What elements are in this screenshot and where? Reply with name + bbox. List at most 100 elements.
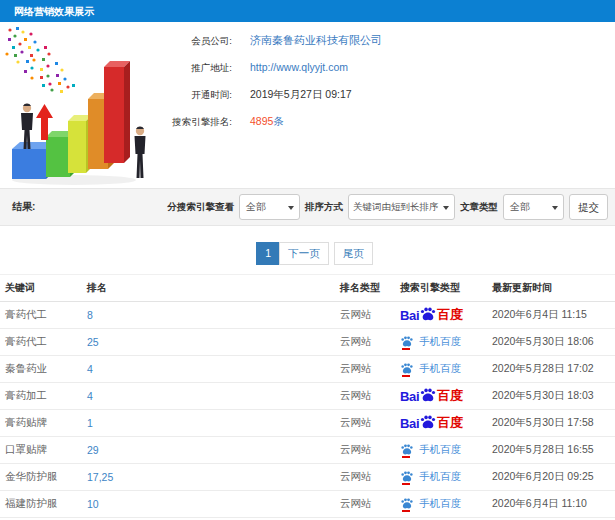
time-cell: 2020年6月20日 09:25 [487,464,615,491]
keyword-cell: 金华防护服 [0,464,82,491]
table-row: 福建防护服 10 云网站 手机百度 2020年6月4日 11:10 [0,491,615,518]
chevron-down-icon [443,206,449,210]
time-cell: 2020年5月30日 18:03 [487,383,615,410]
rank-cell[interactable]: 4 [82,356,335,383]
baidu-paw-icon [400,362,414,375]
baidu-red-underline [402,348,410,350]
baidu-mobile-logo: 手机百度 [400,335,487,350]
keyword-ranking-table: 关键词 排名 排名类型 搜索引擎类型 最新更新时间 膏药代工 8 云网站 Bai… [0,274,615,520]
engine-cell: Bai百度 [395,410,487,437]
engine-filter-label: 分搜索引擎查看 [168,201,235,214]
filter-controls: 分搜索引擎查看 全部 排序方式 关键词由短到长排序 文章类型 全部 提交 [168,194,609,220]
rank-type-cell: 云网站 [335,437,395,464]
last-page-button[interactable]: 尾页 [334,242,373,265]
info-row-open-time: 开通时间: 2019年5月27日 09:17 [150,81,382,108]
baidu-paw-icon [400,443,414,456]
baidu-pc-logo: Bai百度 [400,387,487,405]
keyword-cell: 膏药加工 [0,383,82,410]
chevron-down-icon [288,206,294,210]
baidu-pc-logo: Bai百度 [400,414,487,432]
info-row-rank-count: 搜索引擎排名: 4895条 [150,108,382,135]
rank-cell[interactable]: 4 [82,383,335,410]
page-title: 网络营销效果展示 [0,0,615,22]
rank-type-cell: 云网站 [335,491,395,518]
baidu-red-underline [402,456,410,458]
baidu-mobile-logo: 手机百度 [400,470,487,485]
baidu-pc-logo: Bai百度 [400,306,487,324]
time-cell: 2020年5月30日 17:58 [487,410,615,437]
rank-type-cell: 云网站 [335,410,395,437]
confetti [5,27,75,93]
member-company-label: 会员公司: [150,27,232,54]
table-row: 膏药代工 25 云网站 手机百度 2020年5月30日 18:06 [0,329,615,356]
keyword-cell: 膏药代工 [0,302,82,329]
sort-select[interactable]: 关键词由短到长排序 [348,194,455,220]
engine-filter-select[interactable]: 全部 [239,194,300,220]
rank-count-unit: 条 [273,115,284,127]
rank-cell[interactable]: 29 [82,437,335,464]
table-header-row: 关键词 排名 排名类型 搜索引擎类型 最新更新时间 [0,275,615,302]
open-time-value: 2019年5月27日 09:17 [250,81,352,108]
engine-cell: 手机百度 [395,356,487,383]
time-cell: 2020年6月4日 11:15 [487,302,615,329]
time-cell: 2020年6月4日 11:10 [487,491,615,518]
engine-cell: 手机百度 [395,329,487,356]
businessman-right [135,127,146,178]
member-company-link[interactable]: 济南秦鲁药业科技有限公司 [250,27,382,54]
article-type-select[interactable]: 全部 [503,194,564,220]
time-cell: 2020年5月28日 16:55 [487,437,615,464]
col-engine-type: 搜索引擎类型 [395,275,487,302]
rank-cell[interactable]: 8 [82,302,335,329]
col-rank: 排名 [82,275,335,302]
page-1-button[interactable]: 1 [256,242,280,265]
promo-url-label: 推广地址: [150,54,232,81]
rank-type-cell: 云网站 [335,329,395,356]
info-row-member: 会员公司: 济南秦鲁药业科技有限公司 [150,27,382,54]
promo-url-link[interactable]: http://www.qlyyjt.com [250,54,348,81]
next-page-button[interactable]: 下一页 [279,242,329,265]
time-cell: 2020年5月30日 18:06 [487,329,615,356]
engine-rank-label: 搜索引擎排名: [150,108,232,135]
rank-count-number: 4895 [250,115,273,127]
baidu-red-underline [402,483,410,485]
engine-cell: 手机百度 [395,491,487,518]
rank-cell[interactable]: 1 [82,410,335,437]
filter-bar: 结果: 分搜索引擎查看 全部 排序方式 关键词由短到长排序 文章类型 全部 提交 [0,188,615,226]
sort-label: 排序方式 [305,201,343,214]
submit-button[interactable]: 提交 [569,194,608,220]
chevron-down-icon [552,206,558,210]
rank-type-cell: 云网站 [335,302,395,329]
col-rank-type: 排名类型 [335,275,395,302]
rank-cell[interactable]: 10 [82,491,335,518]
result-label: 结果: [12,200,35,214]
baidu-paw-icon [400,470,414,483]
company-info-section: 会员公司: 济南秦鲁药业科技有限公司 推广地址: http://www.qlyy… [0,22,615,188]
engine-cell: Bai百度 [395,302,487,329]
table-row: 秦鲁药业 4 云网站 手机百度 2020年5月28日 17:02 [0,356,615,383]
engine-rank-value: 4895条 [250,108,284,135]
baidu-paw-icon [400,335,414,348]
rank-type-cell: 云网站 [335,383,395,410]
rank-cell[interactable]: 25 [82,329,335,356]
keyword-cell: 秦鲁药业 [0,356,82,383]
info-row-url: 推广地址: http://www.qlyyjt.com [150,54,382,81]
article-type-label: 文章类型 [460,201,498,214]
baidu-paw-icon [419,387,437,403]
col-update-time: 最新更新时间 [487,275,615,302]
rank-cell[interactable]: 17,25 [82,464,335,491]
engine-cell: 手机百度 [395,464,487,491]
time-cell: 2020年5月28日 17:02 [487,356,615,383]
table-row: 口罩贴牌 29 云网站 手机百度 2020年5月28日 16:55 [0,437,615,464]
keyword-cell: 福建防护服 [0,491,82,518]
baidu-mobile-logo: 手机百度 [400,362,487,377]
baidu-paw-icon [419,414,437,430]
keyword-cell: 膏药贴牌 [0,410,82,437]
open-time-label: 开通时间: [150,81,232,108]
table-row: 膏药加工 4 云网站 Bai百度 2020年5月30日 18:03 [0,383,615,410]
col-keyword: 关键词 [0,275,82,302]
keyword-cell: 膏药代工 [0,329,82,356]
table-row: 膏药贴牌 1 云网站 Bai百度 2020年5月30日 17:58 [0,410,615,437]
info-rows: 会员公司: 济南秦鲁药业科技有限公司 推广地址: http://www.qlyy… [150,27,382,135]
table-row: 膏药代工 8 云网站 Bai百度 2020年6月4日 11:15 [0,302,615,329]
keyword-cell: 口罩贴牌 [0,437,82,464]
